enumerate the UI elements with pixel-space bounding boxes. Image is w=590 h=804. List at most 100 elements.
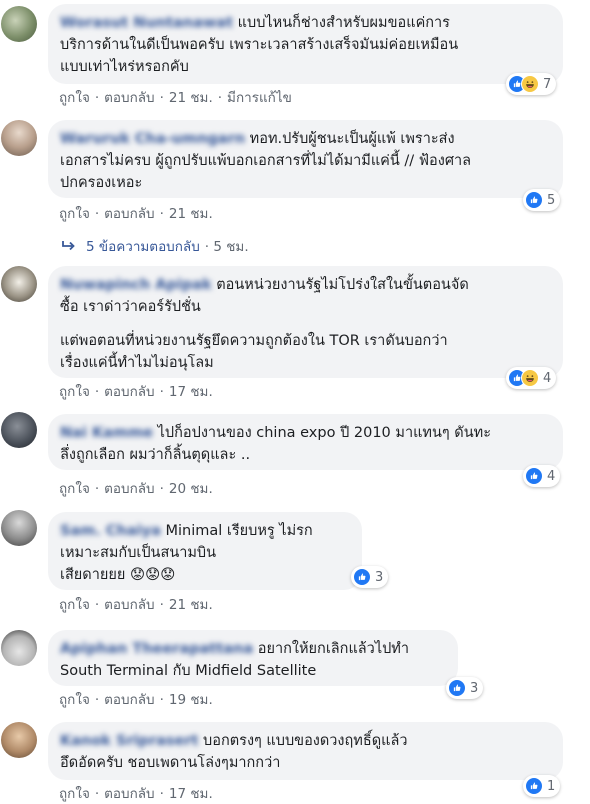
timestamp[interactable]: 19 ชม. [169,692,213,708]
comment-actions: ถูกใจ · ตอบกลับ · 20 ชม. [59,477,213,499]
avatar[interactable] [1,722,37,758]
reaction-count: 1 [547,778,556,794]
comment-actions: ถูกใจ · ตอบกลับ · 21 ชม. [59,202,213,224]
comment-actions: ถูกใจ · ตอบกลับ · 17 ชม. [59,782,213,804]
commenter-name[interactable]: Worasut Nuntanawat [60,15,233,31]
separator: · [94,90,100,106]
comment-text-line: แบบไหนก็ช่างสำหรับผมขอแค่การ [237,15,450,31]
separator: · [217,90,223,106]
avatar[interactable] [1,412,37,448]
commenter-name[interactable]: Nai Kamme [60,425,153,441]
comment-text-line: South Terminal กับ Midfield Satellite [60,663,317,679]
like-reaction-icon [525,191,543,209]
separator: · [159,384,164,400]
reaction-count: 4 [543,370,552,386]
haha-reaction-icon [521,75,539,93]
avatar[interactable] [1,630,37,666]
separator: · [159,786,164,802]
separator: · [159,481,164,497]
reply-button[interactable]: ตอบกลับ [104,384,154,400]
comment-actions: ถูกใจ · ตอบกลับ · 21 ชม. [59,593,213,615]
like-button[interactable]: ถูกใจ [59,384,90,400]
avatar[interactable] [1,510,37,546]
comment-bubble: Waruruk Cha-umngarn ทอท.ปรับผู้ชนะเป็นผู… [48,120,563,198]
edited-label[interactable]: มีการแก้ไข [227,90,292,106]
reaction-count: 4 [547,468,556,484]
reaction-summary[interactable]: 4 [506,367,557,389]
comment-bubble: Sam. Chaiya Minimal เรียบหรู ไม่รก เหมาะ… [48,512,362,590]
comment-text-line: อึดอัดครับ ชอบเพดานโล่งๆมากกว่า [60,755,281,771]
reaction-summary[interactable]: 4 [523,465,561,487]
reaction-count: 3 [375,569,384,585]
separator: · [94,206,100,222]
like-button[interactable]: ถูกใจ [59,692,90,708]
comment-actions: ถูกใจ · ตอบกลับ · 17 ชม. [59,380,213,402]
like-button[interactable]: ถูกใจ [59,481,90,497]
view-replies-link[interactable]: 5 ข้อความตอบกลับ · 5 ชม. [62,235,249,257]
reaction-count: 3 [470,680,479,696]
comment-text-line: เสียดายยย 😟😟😟 [60,567,176,583]
like-reaction-icon [353,568,371,586]
comment-bubble: Kanok Sriprasert บอกตรงๆ แบบของดวงฤทธิ์ด… [48,722,563,780]
separator: · [159,90,164,106]
reply-button[interactable]: ตอบกลับ [104,90,154,106]
comment-text-line: แบบเท่าไหร่หรอกคับ [60,59,189,75]
separator: · [94,786,100,802]
timestamp[interactable]: 17 ชม. [169,384,213,400]
avatar[interactable] [1,6,37,42]
replies-count-label[interactable]: 5 ข้อความตอบกลับ [86,235,200,257]
replies-time: 5 ชม. [213,239,249,255]
comment-actions: ถูกใจ · ตอบกลับ · 21 ชม. · มีการแก้ไข [59,86,292,108]
separator: · [159,597,164,613]
comment-text-line: เรื่องแค่นี้ทำไมไม่อนุโลม [60,355,214,371]
reply-arrow-icon [62,241,75,251]
comment-text-line: ตอนหน่วยงานรัฐไม่โปร่งใสในขั้นตอนจัด [216,277,469,293]
commenter-name[interactable]: Kanok Sriprasert [60,733,198,749]
timestamp[interactable]: 20 ชม. [169,481,213,497]
commenter-name[interactable]: Apiphan Theerapattana [60,641,253,657]
commenter-name[interactable]: Sam. Chaiya [60,523,161,539]
reaction-summary[interactable]: 5 [523,189,561,211]
comment-bubble: Apiphan Theerapattana อยากให้ยกเลิกแล้วไ… [48,630,458,686]
reaction-summary[interactable]: 3 [446,677,484,699]
like-button[interactable]: ถูกใจ [59,786,90,802]
comment-text-line: บริการด้านในดีเป็นพอครับ เพราะเวลาสร้างเ… [60,37,459,53]
comment-text-line: ทอท.ปรับผู้ชนะเป็นผู้แพ้ เพราะส่ง [249,131,455,147]
like-reaction-icon [525,467,543,485]
reaction-summary[interactable]: 7 [506,73,557,95]
comment-bubble: Nai Kamme ไปก็อปงานของ china expo ปี 201… [48,414,563,470]
comment-text-line: ไปก็อปงานของ china expo ปี 2010 มาแทนๆ ด… [157,425,491,441]
commenter-name[interactable]: Waruruk Cha-umngarn [60,131,245,147]
separator: · [94,692,100,708]
commenter-name[interactable]: Nuwapinch Apipak [60,277,212,293]
like-button[interactable]: ถูกใจ [59,90,90,106]
reaction-summary[interactable]: 1 [523,775,561,797]
timestamp[interactable]: 21 ชม. [169,90,213,106]
reply-button[interactable]: ตอบกลับ [104,786,154,802]
reply-button[interactable]: ตอบกลับ [104,206,154,222]
reaction-summary[interactable]: 3 [351,566,389,588]
reply-button[interactable]: ตอบกลับ [104,597,154,613]
avatar[interactable] [1,266,37,302]
comment-text-line: เอกสารไม่ครบ ผู้ถูกปรับแพ้บอกเอกสารที่ไม… [60,153,472,169]
separator: · [94,384,100,400]
comment-text-line: ซื้อ เราด่าว่าคอร์รัปชั่น [60,299,201,315]
comment-bubble: Worasut Nuntanawat แบบไหนก็ช่างสำหรับผมข… [48,4,563,84]
like-button[interactable]: ถูกใจ [59,597,90,613]
reply-button[interactable]: ตอบกลับ [104,481,154,497]
comment-text-line: บอกตรงๆ แบบของดวงฤทธิ์ดูแล้ว [203,733,408,749]
separator: · [204,239,210,255]
comment-actions: ถูกใจ · ตอบกลับ · 19 ชม. [59,688,213,710]
like-reaction-icon [448,679,466,697]
reaction-count: 7 [543,76,552,92]
like-button[interactable]: ถูกใจ [59,206,90,222]
timestamp[interactable]: 21 ชม. [169,206,213,222]
reply-button[interactable]: ตอบกลับ [104,692,154,708]
comment-text-line: อยากให้ยกเลิกแล้วไปทำ [257,641,410,657]
timestamp[interactable]: 21 ชม. [169,597,213,613]
reaction-count: 5 [547,192,556,208]
timestamp[interactable]: 17 ชม. [169,786,213,802]
avatar[interactable] [1,120,37,156]
comment-text-line: ปกครองเหอะ [60,175,143,191]
separator: · [159,692,164,708]
